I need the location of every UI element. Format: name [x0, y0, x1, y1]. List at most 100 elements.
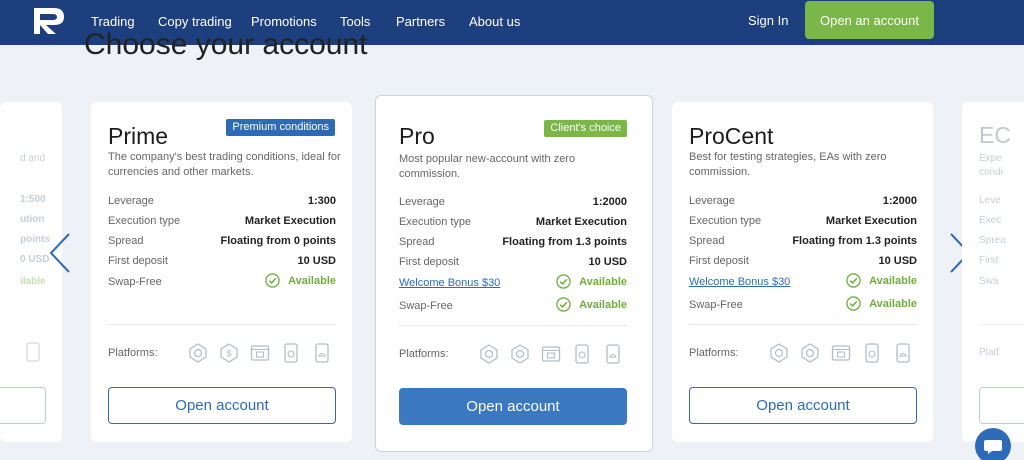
- divider: [689, 324, 917, 325]
- metatrader4-icon: [480, 344, 498, 364]
- open-account-button[interactable]: Open account: [689, 387, 917, 424]
- partial-left-value: ution: [20, 214, 45, 225]
- row-label: Leverage: [108, 195, 154, 207]
- swap-free-row: Swap-Free Available: [108, 273, 336, 292]
- availability: Available: [556, 274, 627, 289]
- nav-about-us[interactable]: About us: [469, 14, 520, 29]
- deposit-row: First deposit 10 USD: [399, 256, 627, 272]
- check-circle-icon: [556, 297, 571, 312]
- row-label: Swap-Free: [399, 300, 453, 312]
- ios-app-icon: [865, 343, 879, 363]
- row-value: 1:2000: [882, 195, 917, 207]
- platform-icons: [768, 342, 914, 364]
- partial-open-account-button[interactable]: [979, 387, 1024, 424]
- divider: [108, 324, 336, 325]
- check-circle-icon: [556, 274, 571, 289]
- available-text: Available: [288, 274, 336, 287]
- ios-app-icon: [575, 344, 589, 364]
- card-title: Pro: [399, 123, 435, 149]
- open-an-account-button[interactable]: Open an account: [805, 1, 934, 39]
- partial-right-platforms: Platf: [979, 347, 1000, 358]
- ios-app-icon: [284, 343, 298, 363]
- available-text: Available: [579, 275, 627, 288]
- open-account-button[interactable]: Open account: [108, 387, 336, 424]
- account-card-procent: ProCent Best for testing strategies, EAs…: [672, 102, 933, 442]
- welcome-bonus-link[interactable]: Welcome Bonus $30: [399, 277, 500, 289]
- metatrader4-icon: [189, 343, 207, 363]
- account-card-pro: Pro Client's choice Most popular new-acc…: [375, 95, 653, 452]
- divider: [979, 324, 1024, 325]
- row-label: Execution type: [108, 215, 181, 227]
- card-description: Best for testing strategies, EAs with ze…: [689, 151, 887, 178]
- open-account-button[interactable]: Open account: [399, 388, 627, 425]
- row-label: Execution type: [399, 216, 472, 228]
- partial-card-right: EC Expe condi Leve Exec Sprea First Swa …: [962, 102, 1024, 442]
- partial-right-label: Sprea: [979, 235, 1006, 246]
- spread-row: Spread Floating from 1.3 points: [399, 236, 627, 252]
- metatrader5-icon: [801, 343, 819, 363]
- webtrader-icon: [250, 345, 270, 361]
- row-label: Spread: [399, 236, 435, 248]
- svg-text:$: $: [226, 349, 231, 359]
- execution-row: Execution type Market Execution: [689, 215, 917, 231]
- card-description: The company's best trading conditions, i…: [108, 151, 341, 178]
- chat-widget-button[interactable]: [975, 428, 1011, 460]
- partial-left-value: 1:500: [20, 194, 46, 205]
- row-label: Spread: [108, 235, 144, 247]
- row-label: Swap-Free: [689, 299, 743, 311]
- company-logo[interactable]: [32, 6, 66, 36]
- row-value: Floating from 1.3 points: [502, 236, 627, 248]
- row-label: Leverage: [399, 196, 445, 208]
- mobile-platform-icon: [26, 342, 40, 362]
- availability: Available: [556, 297, 627, 312]
- partial-open-account-button[interactable]: [0, 387, 46, 424]
- nav-promotions[interactable]: Promotions: [251, 14, 317, 29]
- nav-tools[interactable]: Tools: [340, 14, 370, 29]
- partial-left-value: ilable: [20, 276, 46, 287]
- platform-icons: $: [187, 342, 333, 364]
- android-app-icon: [606, 344, 620, 364]
- row-value: 10 USD: [878, 255, 917, 267]
- check-circle-icon: [265, 273, 280, 288]
- partial-right-desc: condi: [979, 167, 1003, 178]
- metatrader4-icon: [770, 343, 788, 363]
- sign-in-link[interactable]: Sign In: [748, 13, 788, 28]
- partial-right-label: Exec: [979, 215, 1002, 226]
- available-text: Available: [869, 274, 917, 287]
- welcome-bonus-row: Welcome Bonus $30 Available: [689, 273, 917, 292]
- row-value: Market Execution: [244, 215, 336, 227]
- check-circle-icon: [846, 296, 861, 311]
- metatrader5-icon: [511, 344, 529, 364]
- platforms-label: Platforms:: [689, 347, 739, 359]
- swap-free-row: Swap-Free Available: [689, 296, 917, 315]
- row-value: Market Execution: [535, 216, 627, 228]
- partial-right-desc: Expe: [979, 153, 1002, 164]
- available-text: Available: [579, 298, 627, 311]
- carousel-prev-arrow-icon[interactable]: [48, 232, 72, 274]
- nav-partners[interactable]: Partners: [396, 14, 445, 29]
- row-value: 1:2000: [592, 196, 627, 208]
- welcome-bonus-row: Welcome Bonus $30 Available: [399, 274, 627, 293]
- clients-choice-badge: Client's choice: [544, 120, 627, 137]
- nav-trading[interactable]: Trading: [91, 14, 135, 29]
- premium-badge: Premium conditions: [226, 119, 335, 136]
- row-label: First deposit: [689, 255, 749, 267]
- row-label: Spread: [689, 235, 725, 247]
- webtrader-icon: [541, 346, 561, 362]
- leverage-row: Leverage 1:2000: [399, 196, 627, 212]
- row-value: Floating from 1.3 points: [792, 235, 917, 247]
- partial-right-label: First: [979, 255, 999, 266]
- leverage-row: Leverage 1:2000: [689, 195, 917, 211]
- metatrader5-icon: $: [220, 343, 238, 363]
- welcome-bonus-link[interactable]: Welcome Bonus $30: [689, 276, 790, 288]
- row-label: First deposit: [399, 256, 459, 268]
- partial-left-desc: d and: [20, 153, 46, 164]
- platform-icons: [478, 343, 624, 365]
- deposit-row: First deposit 10 USD: [689, 255, 917, 271]
- partial-left-value: points: [20, 234, 50, 245]
- card-title: Prime: [108, 123, 169, 149]
- page-title: Choose your account: [84, 28, 368, 61]
- partial-left-value: 0 USD: [20, 254, 50, 265]
- nav-copy-trading[interactable]: Copy trading: [158, 14, 232, 29]
- android-app-icon: [315, 343, 329, 363]
